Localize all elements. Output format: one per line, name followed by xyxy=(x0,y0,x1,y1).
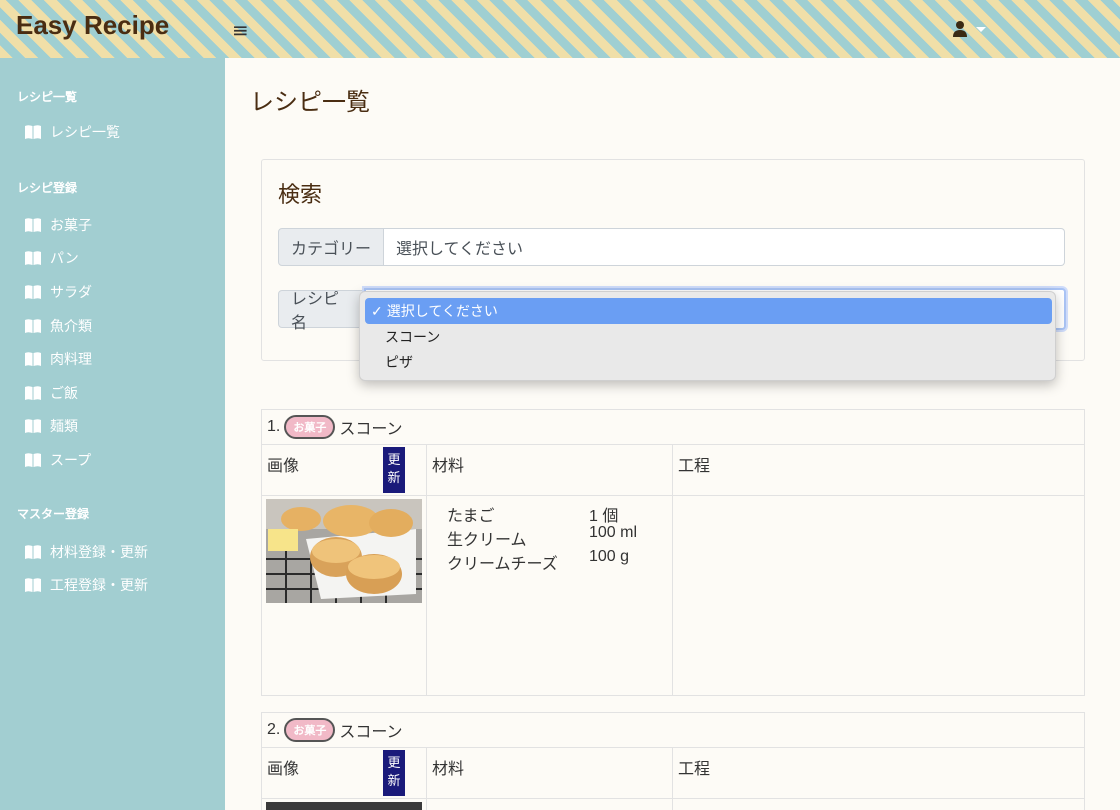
ingredient-quantity: 100 ml xyxy=(589,524,638,541)
header-label: 材料 xyxy=(432,761,465,778)
sidebar-item-label: パン xyxy=(50,250,79,266)
book-icon xyxy=(24,418,42,434)
sidebar-item-label: 工程登録・更新 xyxy=(50,577,148,593)
recipe-name[interactable]: スコーン xyxy=(339,415,402,439)
page-title: レシピ一覧 xyxy=(250,89,370,116)
sidebar: レシピ一覧 レシピ一覧 レシピ登録 お菓子 パン サラダ 魚介類 肉料理 ご飯 … xyxy=(0,58,225,810)
top-navbar: Easy Recipe ≡ xyxy=(0,0,1120,58)
book-icon xyxy=(24,385,42,401)
header-label: 画像 xyxy=(267,458,300,475)
recipe-name[interactable]: スコーン xyxy=(339,718,402,742)
sidebar-item-noodles[interactable]: 麺類 xyxy=(24,416,78,436)
steps-cell xyxy=(673,496,1084,695)
ingredient-name: たまご xyxy=(447,508,495,525)
category-select[interactable]: 選択してください xyxy=(384,228,1065,266)
book-icon xyxy=(24,217,42,233)
category-badge: お菓子 xyxy=(284,415,336,439)
sidebar-item-label: お菓子 xyxy=(50,217,92,233)
dropdown-option-label: 選択してください xyxy=(386,303,498,319)
book-icon xyxy=(24,318,42,334)
ingredients-cell: たまご 1 個 生クリーム 100 ml クリームチーズ 100 g xyxy=(427,496,673,695)
user-icon xyxy=(952,20,968,38)
sidebar-item-recipe-list[interactable]: レシピ一覧 xyxy=(24,122,120,142)
ingredient-name: クリームチーズ xyxy=(447,556,558,573)
recipe-name-label: レシピ名 xyxy=(278,290,364,332)
table-row xyxy=(262,799,1084,810)
chevron-down-icon xyxy=(976,26,986,32)
header-label: 工程 xyxy=(678,458,711,475)
dropdown-option[interactable]: ✓ 選択してください xyxy=(365,298,1052,324)
sidebar-item-ingredient-master[interactable]: 材料登録・更新 xyxy=(24,542,148,562)
dropdown-option[interactable]: スコーン xyxy=(365,324,1052,350)
recipe-number: 1. xyxy=(267,418,281,435)
book-icon xyxy=(24,124,42,140)
sidebar-item-bread[interactable]: パン xyxy=(24,248,79,268)
image-cell xyxy=(262,799,427,810)
sidebar-item-label: 材料登録・更新 xyxy=(50,544,148,560)
book-icon xyxy=(24,544,42,560)
ingredient-quantity: 1 個 xyxy=(589,508,619,525)
table-header-row: 画像 更新 材料 工程 xyxy=(262,748,1084,799)
dropdown-option[interactable]: ピザ xyxy=(365,349,1052,375)
book-icon xyxy=(24,577,42,593)
recipe-name-dropdown: ✓ 選択してください スコーン ピザ xyxy=(359,291,1056,381)
sidebar-item-seafood[interactable]: 魚介類 xyxy=(24,316,92,336)
sidebar-item-label: 麺類 xyxy=(50,418,78,434)
sidebar-item-label: 肉料理 xyxy=(50,351,92,367)
sidebar-heading-master: マスター登録 xyxy=(17,507,90,521)
recipe-photo xyxy=(266,499,422,603)
book-icon xyxy=(24,284,42,300)
book-icon xyxy=(24,452,42,468)
header-label: 工程 xyxy=(678,761,711,778)
ingredients-column-header: 材料 xyxy=(427,748,673,798)
sidebar-item-sweets[interactable]: お菓子 xyxy=(24,215,92,235)
table-row: たまご 1 個 生クリーム 100 ml クリームチーズ 100 g xyxy=(262,496,1084,695)
sidebar-item-soup[interactable]: スープ xyxy=(24,450,91,470)
category-label: カテゴリー xyxy=(278,228,384,266)
recipe-card: 2. お菓子 スコーン 画像 更新 材料 工程 xyxy=(261,712,1085,810)
sidebar-item-label: レシピ一覧 xyxy=(50,124,120,140)
search-title: 検索 xyxy=(278,182,323,207)
steps-column-header: 工程 xyxy=(673,748,1084,798)
sidebar-item-step-master[interactable]: 工程登録・更新 xyxy=(24,575,148,595)
header-label: 材料 xyxy=(432,458,465,475)
category-badge: お菓子 xyxy=(284,718,336,742)
ingredient-name: 生クリーム xyxy=(447,532,527,549)
sidebar-item-label: 魚介類 xyxy=(50,318,92,334)
sidebar-item-salad[interactable]: サラダ xyxy=(24,282,92,302)
ingredient-quantity: 100 g xyxy=(589,548,630,565)
sidebar-item-rice[interactable]: ご飯 xyxy=(24,383,78,403)
dropdown-option-label: ピザ xyxy=(385,354,413,370)
book-icon xyxy=(24,250,42,266)
image-column-header: 画像 更新 xyxy=(262,748,427,798)
sidebar-heading-list: レシピ一覧 xyxy=(17,90,78,104)
sidebar-item-label: サラダ xyxy=(50,284,92,300)
recipe-photo xyxy=(266,802,422,810)
ingredients-cell xyxy=(427,799,673,810)
recipe-card: 1. お菓子 スコーン 画像 更新 材料 工程 たまご 1 個 生クリーム 10… xyxy=(261,409,1085,696)
recipe-header: 2. お菓子 スコーン xyxy=(262,713,1084,748)
sidebar-heading-register: レシピ登録 xyxy=(17,181,78,195)
update-button[interactable]: 更新 xyxy=(383,447,405,493)
dropdown-option-label: スコーン xyxy=(385,329,441,345)
header-label: 画像 xyxy=(267,761,300,778)
steps-cell xyxy=(673,799,1084,810)
brand-logo[interactable]: Easy Recipe xyxy=(16,10,169,41)
recipe-header: 1. お菓子 スコーン xyxy=(262,410,1084,445)
steps-column-header: 工程 xyxy=(673,445,1084,495)
user-menu-button[interactable] xyxy=(952,20,986,38)
sidebar-item-label: スープ xyxy=(50,452,92,468)
checkmark-icon: ✓ xyxy=(371,302,383,319)
book-icon xyxy=(24,351,42,367)
hamburger-icon[interactable]: ≡ xyxy=(232,18,249,42)
ingredients-column-header: 材料 xyxy=(427,445,673,495)
table-header-row: 画像 更新 材料 工程 xyxy=(262,445,1084,496)
image-column-header: 画像 更新 xyxy=(262,445,427,495)
update-button[interactable]: 更新 xyxy=(383,750,405,796)
sidebar-item-label: ご飯 xyxy=(50,385,78,401)
image-cell xyxy=(262,496,427,695)
recipe-number: 2. xyxy=(267,721,281,738)
sidebar-item-meat[interactable]: 肉料理 xyxy=(24,349,92,369)
